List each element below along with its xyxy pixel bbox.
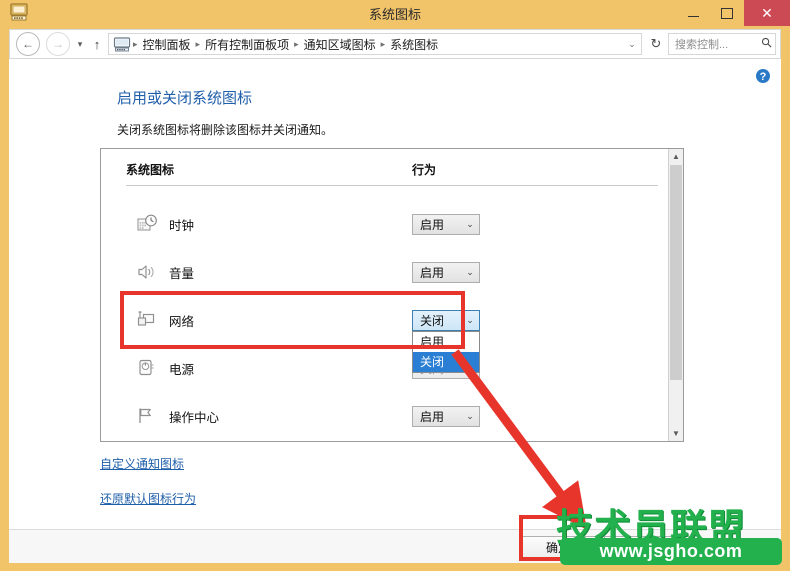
page-title: 启用或关闭系统图标 — [117, 90, 253, 107]
row-label: 音量 — [169, 267, 195, 281]
behavior-dropdown-open[interactable]: 启用 关闭 — [412, 331, 480, 373]
svg-text:?: ? — [760, 71, 767, 83]
help-icon[interactable]: ? — [755, 68, 771, 84]
refresh-icon[interactable]: ↻ — [644, 36, 668, 52]
table-row: 操作中心 启用 ⌄ — [126, 393, 658, 441]
list-scrollbar[interactable]: ▲ ▼ — [668, 149, 683, 441]
breadcrumb-separator: ▸ — [133, 38, 138, 49]
page-subtitle: 关闭系统图标将删除该图标并关闭通知。 — [117, 123, 334, 137]
table-row: 时钟 启用 ⌄ — [126, 201, 658, 249]
table-row: 网络 关闭 ⌄ — [126, 297, 658, 345]
scroll-up-button[interactable]: ▲ — [669, 149, 683, 164]
behavior-select-action-center[interactable]: 启用 ⌄ — [412, 406, 480, 427]
scroll-down-button[interactable]: ▼ — [669, 426, 683, 441]
breadcrumb-item-0[interactable]: 控制面板 — [140, 36, 194, 53]
chevron-down-icon: ⌄ — [466, 267, 474, 277]
link-restore-default-behaviors[interactable]: 还原默认图标行为 — [100, 490, 196, 507]
list-inner: 系统图标 行为 时钟 启用 ⌄ 音量 启用 ⌄ 网络 关闭 ⌄ 电源 操作中心 … — [101, 149, 668, 441]
breadcrumb-item-1[interactable]: 所有控制面板项 — [202, 36, 292, 53]
clock-icon — [136, 213, 158, 235]
chevron-down-icon: ⌄ — [466, 411, 474, 421]
title-bar: 系统图标 ✕ — [0, 0, 790, 26]
row-label: 电源 — [169, 363, 195, 377]
behavior-value: 启用 — [420, 266, 445, 280]
power-icon — [136, 357, 158, 379]
row-label: 操作中心 — [169, 411, 220, 425]
dialog-button-row: 确定 取消 — [9, 529, 781, 563]
address-monitor-icon — [113, 36, 131, 52]
column-header-behavior: 行为 — [412, 163, 437, 177]
breadcrumb-item-3[interactable]: 系统图标 — [387, 36, 441, 53]
search-input[interactable]: 搜索控制... — [668, 33, 776, 55]
close-button[interactable]: ✕ — [744, 0, 790, 26]
dropdown-option-enable[interactable]: 启用 — [413, 332, 479, 352]
link-text: 还原默认图标行为 — [100, 492, 197, 506]
behavior-value: 启用 — [420, 218, 445, 232]
window-title: 系统图标 — [368, 7, 421, 22]
breadcrumb-separator: ▸ — [195, 38, 201, 49]
volume-icon — [136, 261, 158, 283]
column-header-icon: 系统图标 — [126, 163, 175, 177]
chevron-down-icon[interactable]: ⌄ — [623, 39, 641, 50]
row-label: 网络 — [169, 315, 195, 329]
search-placeholder: 搜索控制... — [675, 39, 729, 51]
maximize-button[interactable] — [710, 0, 744, 26]
back-button[interactable]: ← — [16, 32, 40, 56]
network-icon — [136, 309, 158, 331]
action-center-icon — [136, 405, 158, 427]
recent-locations-icon[interactable]: ▾ — [72, 39, 88, 50]
breadcrumb-separator: ▸ — [294, 38, 299, 49]
window-controls: ✕ — [676, 0, 790, 26]
dropdown-option-disable[interactable]: 关闭 — [413, 352, 479, 372]
ok-button[interactable]: 确定 — [520, 536, 596, 558]
behavior-select-clock[interactable]: 启用 ⌄ — [412, 214, 480, 235]
scrollbar-thumb[interactable] — [670, 165, 682, 380]
header-divider — [126, 185, 658, 186]
behavior-select-network[interactable]: 关闭 ⌄ — [412, 310, 480, 331]
search-icon — [757, 37, 775, 51]
chevron-down-icon: ⌄ — [466, 315, 474, 325]
behavior-value: 启用 — [420, 410, 445, 424]
window-frame: 系统图标 ✕ ← → ▾ ↑ ▸ 控制面板 ▸ 所有控制面板项 ▸ 通知区域图标… — [0, 0, 790, 571]
breadcrumb-separator: ▸ — [380, 38, 386, 49]
links-group: 自定义通知图标 还原默认图标行为 — [100, 455, 196, 525]
link-customize-notification-icons[interactable]: 自定义通知图标 — [100, 455, 196, 472]
cancel-button[interactable]: 取消 — [604, 536, 680, 558]
content-panel: ? 启用或关闭系统图标 关闭系统图标将删除该图标并关闭通知。 系统图标 行为 时… — [9, 59, 781, 563]
behavior-value: 关闭 — [420, 314, 445, 328]
forward-button[interactable]: → — [46, 32, 70, 56]
table-header: 系统图标 行为 — [126, 161, 658, 185]
breadcrumb-item-2[interactable]: 通知区域图标 — [301, 36, 379, 53]
system-icons-list: 系统图标 行为 时钟 启用 ⌄ 音量 启用 ⌄ 网络 关闭 ⌄ 电源 操作中心 … — [100, 148, 684, 442]
table-row: 音量 启用 ⌄ — [126, 249, 658, 297]
minimize-button[interactable] — [676, 0, 710, 26]
chevron-down-icon: ⌄ — [466, 219, 474, 229]
navigation-bar: ← → ▾ ↑ ▸ 控制面板 ▸ 所有控制面板项 ▸ 通知区域图标 ▸ 系统图标… — [9, 29, 781, 59]
address-bar[interactable]: ▸ 控制面板 ▸ 所有控制面板项 ▸ 通知区域图标 ▸ 系统图标 ⌄ — [108, 33, 642, 55]
table-row: 电源 关闭 ⌄ — [126, 345, 658, 393]
row-label: 时钟 — [169, 219, 195, 233]
up-button[interactable]: ↑ — [88, 37, 106, 52]
link-text: 自定义通知图标 — [100, 457, 185, 471]
behavior-select-volume[interactable]: 启用 ⌄ — [412, 262, 480, 283]
